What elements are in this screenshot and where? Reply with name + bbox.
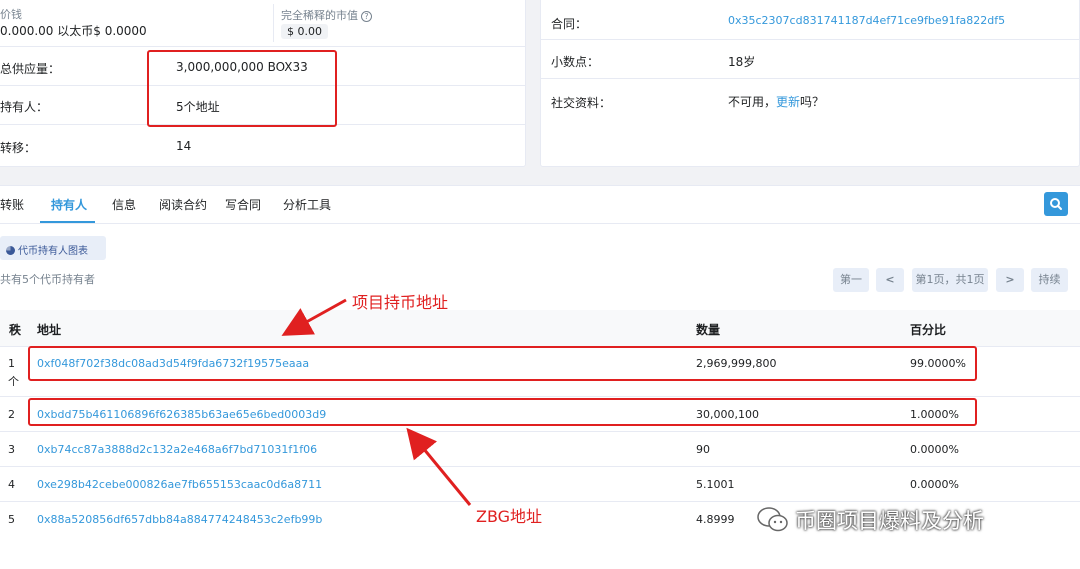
arrow-to-project-address [281, 298, 347, 336]
watermark-text: 币圈项目爆料及分析 [795, 509, 984, 533]
wechat-icon [757, 507, 788, 532]
annotation-arrows [281, 298, 472, 506]
arrow-to-zbg-address [406, 427, 472, 506]
